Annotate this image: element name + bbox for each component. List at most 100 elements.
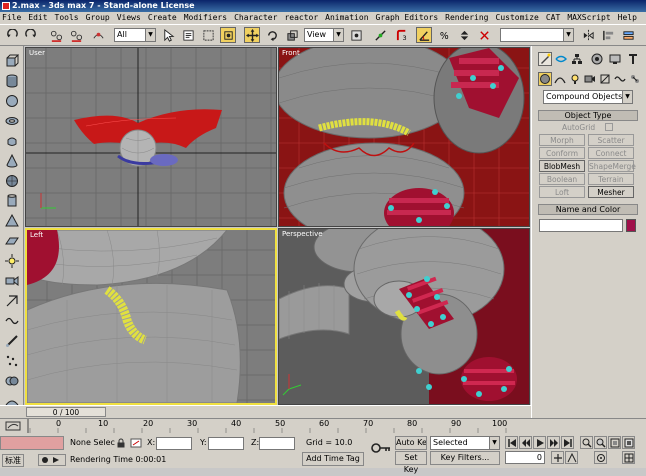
field-of-view-icon[interactable] — [565, 451, 578, 464]
create-cone-icon[interactable] — [3, 152, 20, 169]
utilities-tab-icon[interactable] — [626, 52, 640, 66]
zoom-icon[interactable] — [580, 436, 593, 449]
menu-tools[interactable]: Tools — [55, 13, 79, 22]
y-coordinate-field[interactable] — [208, 437, 244, 450]
arc-rotate-icon[interactable] — [594, 451, 607, 464]
set-key-button[interactable]: Set Key — [395, 451, 427, 474]
key-mode-dropdown[interactable]: Selected ▼ — [430, 436, 500, 450]
create-tab-icon[interactable] — [538, 52, 552, 66]
reference-coordinate-dropdown[interactable]: View ▼ — [304, 28, 344, 42]
snap-toggle-icon[interactable]: 3 — [394, 27, 410, 43]
viewport-user-label[interactable]: User — [29, 49, 45, 57]
next-frame-icon[interactable] — [547, 436, 560, 449]
named-selection-icon[interactable] — [476, 27, 492, 43]
select-and-move-icon[interactable] — [244, 27, 260, 43]
auto-key-button[interactable]: Auto Key — [395, 436, 427, 450]
viewport-left-label[interactable]: Left — [30, 231, 43, 239]
menu-modifiers[interactable]: Modifiers — [184, 13, 227, 22]
spinner-snap-icon[interactable] — [456, 27, 472, 43]
create-helpers-icon[interactable] — [3, 292, 20, 309]
scatter-button[interactable]: Scatter — [588, 134, 634, 146]
create-spacewarp-icon[interactable] — [3, 312, 20, 329]
morph-button[interactable]: Morph — [539, 134, 585, 146]
shapemerge-button[interactable]: ShapeMerge — [588, 160, 636, 172]
create-sphere-icon[interactable] — [3, 92, 20, 109]
motion-tab-icon[interactable] — [590, 52, 604, 66]
select-and-manipulate-icon[interactable] — [372, 27, 388, 43]
object-name-input[interactable] — [539, 219, 623, 232]
viewport-front[interactable]: Front — [278, 47, 530, 227]
previous-frame-icon[interactable] — [519, 436, 532, 449]
blobmesh-button[interactable]: BlobMesh — [539, 160, 585, 172]
create-plane-icon[interactable] — [3, 232, 20, 249]
menu-edit[interactable]: Edit — [28, 13, 47, 22]
terrain-button[interactable]: Terrain — [588, 173, 634, 185]
shapes-icon[interactable] — [553, 72, 567, 86]
menu-views[interactable]: Views — [117, 13, 141, 22]
track-bar[interactable]: 0 10 20 30 40 50 60 70 80 90 100 — [0, 419, 531, 433]
create-box-icon[interactable] — [3, 52, 20, 69]
menu-character[interactable]: Character — [234, 13, 277, 22]
mini-curve-editor-icon[interactable] — [4, 420, 24, 432]
menu-file[interactable]: File — [2, 13, 21, 22]
window-crossing-icon[interactable] — [220, 27, 236, 43]
viewport-perspective[interactable]: Perspective — [278, 228, 530, 405]
align-icon[interactable] — [600, 27, 616, 43]
create-particles-icon[interactable] — [3, 352, 20, 369]
time-slider[interactable]: 0 / 100 — [26, 407, 106, 417]
bind-to-space-warp-icon[interactable] — [90, 27, 106, 43]
selection-filter-dropdown[interactable]: All ▼ — [114, 28, 156, 42]
object-type-rollout[interactable]: Object Type — [538, 110, 638, 121]
menu-maxscript[interactable]: MAXScript — [567, 13, 610, 22]
angle-snap-icon[interactable] — [416, 27, 432, 43]
zoom-extents-icon[interactable] — [608, 436, 621, 449]
maximize-viewport-icon[interactable] — [622, 451, 635, 464]
input-method-indicator[interactable]: 标准 — [2, 454, 24, 467]
menu-group[interactable]: Group — [86, 13, 110, 22]
undo-icon[interactable] — [4, 27, 20, 43]
select-and-rotate-icon[interactable] — [264, 27, 280, 43]
x-coordinate-field[interactable] — [156, 437, 192, 450]
z-coordinate-field[interactable] — [259, 437, 295, 450]
rectangular-selection-icon[interactable] — [200, 27, 216, 43]
create-compound-icon[interactable] — [3, 372, 20, 389]
hierarchy-tab-icon[interactable] — [570, 52, 584, 66]
menu-create[interactable]: Create — [148, 13, 177, 22]
add-time-tag-button[interactable]: Add Time Tag — [302, 452, 364, 466]
layer-manager-icon[interactable] — [620, 27, 636, 43]
create-lights-icon[interactable] — [3, 252, 20, 269]
create-torus-icon[interactable] — [3, 112, 20, 129]
go-to-start-icon[interactable] — [505, 436, 518, 449]
category-dropdown[interactable]: Compound Objects ▼ — [543, 90, 633, 104]
mesher-button[interactable]: Mesher — [588, 186, 634, 198]
menu-help[interactable]: Help — [618, 13, 637, 22]
create-bone-icon[interactable] — [3, 332, 20, 349]
play-icon[interactable] — [533, 436, 546, 449]
absolute-mode-icon[interactable] — [130, 438, 142, 448]
mirror-icon[interactable] — [580, 27, 596, 43]
menu-cat[interactable]: CAT — [546, 13, 560, 22]
create-geosphere-icon[interactable] — [3, 172, 20, 189]
helpers-icon[interactable] — [598, 72, 612, 86]
menu-reactor[interactable]: reactor — [284, 13, 318, 22]
zoom-extents-all-icon[interactable] — [622, 436, 635, 449]
autogrid-checkbox[interactable] — [605, 123, 613, 131]
ime-toggle-icon[interactable] — [38, 454, 66, 466]
loft-button[interactable]: Loft — [539, 186, 585, 198]
create-camera-icon[interactable] — [3, 272, 20, 289]
display-tab-icon[interactable] — [608, 52, 622, 66]
lights-icon[interactable] — [568, 72, 582, 86]
conform-button[interactable]: Conform — [539, 147, 585, 159]
maxscript-listener-field[interactable] — [0, 436, 64, 450]
viewport-user[interactable]: User — [25, 47, 277, 227]
viewport-front-label[interactable]: Front — [282, 49, 300, 57]
create-tube-icon[interactable] — [3, 192, 20, 209]
connect-button[interactable]: Connect — [588, 147, 634, 159]
name-and-color-rollout[interactable]: Name and Color — [538, 204, 638, 215]
systems-icon[interactable] — [628, 72, 642, 86]
percent-snap-icon[interactable]: % — [436, 27, 452, 43]
select-by-name-icon[interactable] — [180, 27, 196, 43]
lock-icon[interactable] — [116, 438, 126, 448]
select-and-scale-icon[interactable] — [284, 27, 300, 43]
menu-animation[interactable]: Animation — [325, 13, 368, 22]
